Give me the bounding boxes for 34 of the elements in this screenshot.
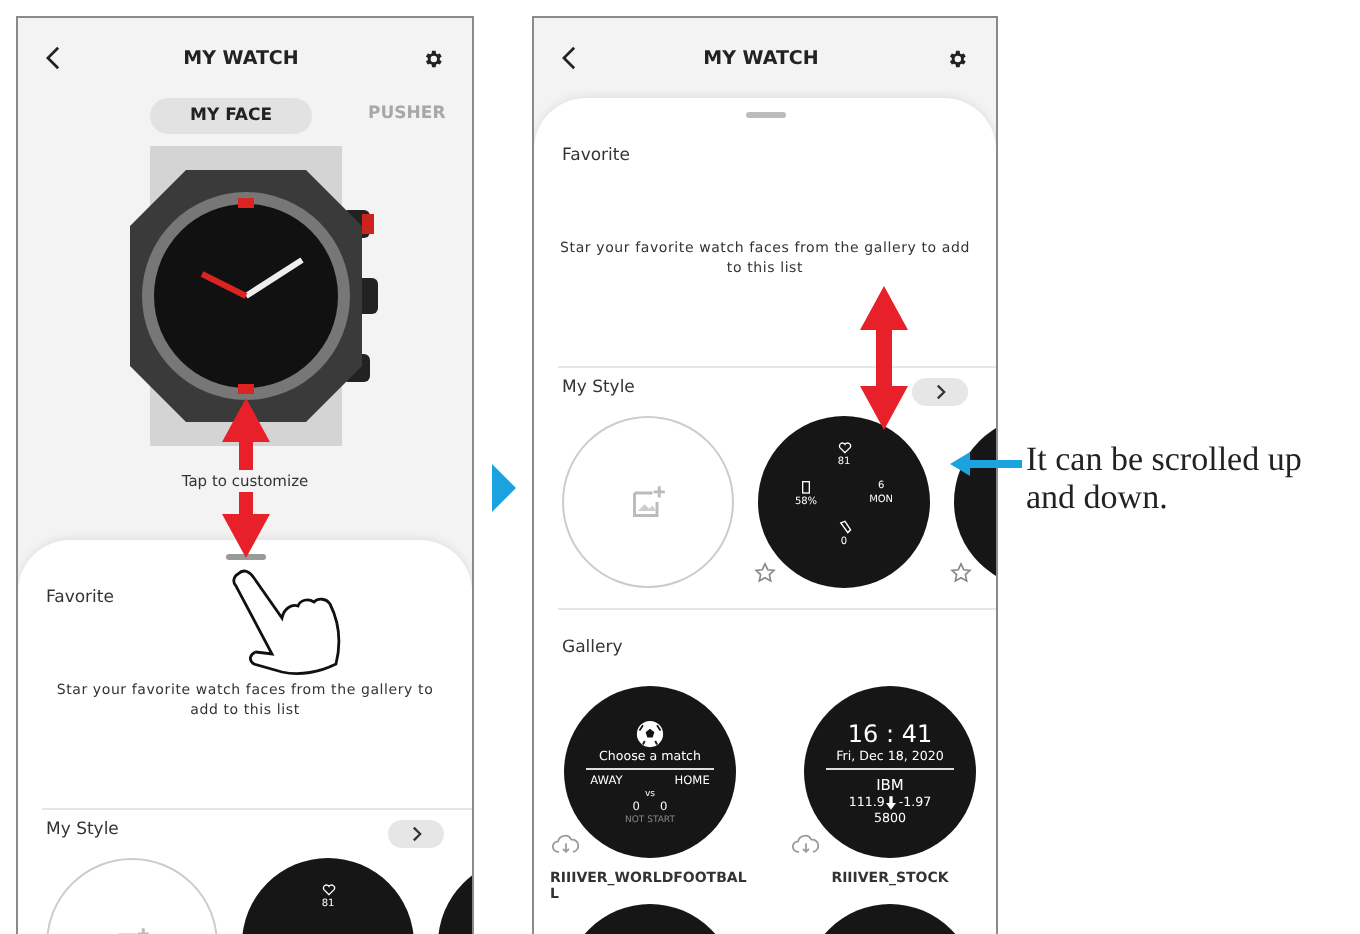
time-text: 16 : 41	[847, 719, 933, 747]
more-button[interactable]	[912, 378, 968, 406]
my-style-heading: My Style	[562, 378, 635, 398]
chevron-right-icon	[492, 464, 516, 512]
star-icon[interactable]	[754, 562, 776, 584]
settings-icon[interactable]	[422, 47, 444, 69]
screen-title: MY WATCH	[703, 47, 819, 69]
back-icon[interactable]	[46, 46, 60, 70]
drag-handle[interactable]	[745, 112, 785, 118]
gallery-heading: Gallery	[562, 638, 623, 658]
drag-handle[interactable]	[225, 554, 265, 560]
more-button[interactable]	[388, 820, 444, 848]
pointer-arrow	[950, 452, 1022, 476]
heart-icon	[321, 884, 335, 896]
shoe-icon	[837, 520, 851, 534]
cloud-download-icon[interactable]	[792, 834, 820, 854]
screen-title: MY WATCH	[183, 47, 299, 69]
double-arrow	[860, 286, 908, 430]
add-image-icon	[630, 484, 666, 520]
cloud-download-icon[interactable]	[552, 834, 580, 854]
battery-icon	[802, 480, 810, 494]
chevron-right-icon	[935, 384, 945, 400]
annotation-text: It can be scrolled up and down.	[1026, 440, 1304, 516]
my-style-heading: My Style	[46, 820, 119, 840]
heart-icon	[837, 442, 851, 454]
favorite-heading: Favorite	[562, 146, 630, 166]
favorite-heading: Favorite	[46, 588, 114, 608]
soccer-ball-icon	[636, 719, 664, 747]
tab[interactable]: MY FACE	[150, 98, 313, 134]
back-icon[interactable]	[562, 46, 576, 70]
chevron-right-icon	[411, 826, 421, 842]
star-icon[interactable]	[950, 562, 972, 584]
settings-icon[interactable]	[946, 47, 968, 69]
down-arrow-icon	[886, 795, 897, 809]
